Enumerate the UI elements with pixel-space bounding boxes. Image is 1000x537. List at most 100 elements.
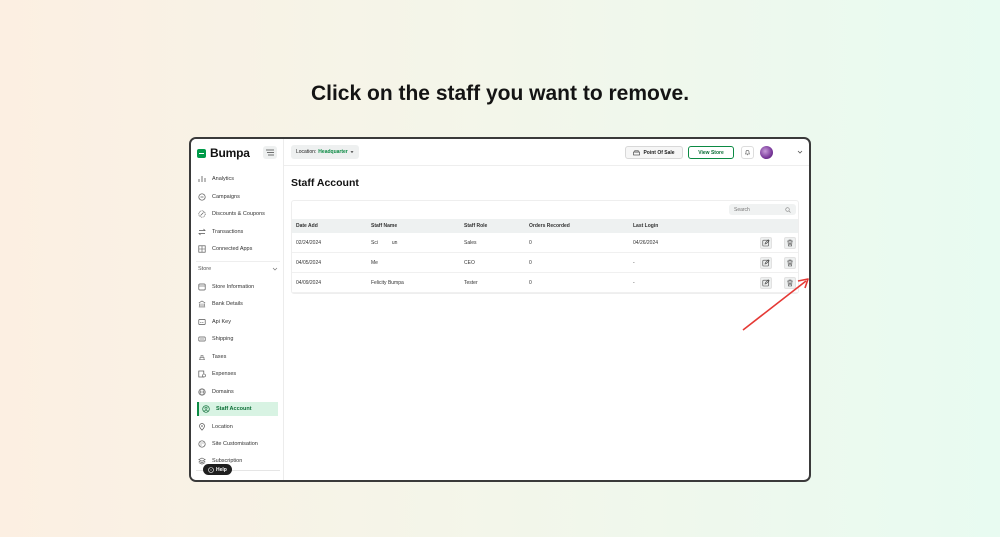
pointer-arrow-icon [742,278,809,331]
sidebar-item-shipping[interactable]: Shipping [198,332,279,346]
sidebar-item-label: Staff Account [216,406,252,412]
api-key-icon [198,319,206,325]
chevron-down-icon[interactable] [796,148,804,156]
search-placeholder: Search [734,206,750,213]
sidebar-item-label: Api Key [212,319,231,325]
cell-orders: 0 [529,259,532,266]
cell-staff-name: Me [371,259,378,266]
sidebar-item-label: Discounts & Coupons [212,211,265,217]
discount-icon [198,210,206,218]
delete-button[interactable] [784,237,796,249]
globe-icon [198,388,206,396]
sidebar-item-label: Location [212,424,233,430]
trash-icon [787,259,793,267]
expenses-icon [198,370,206,378]
sidebar: Bumpa Analytics Campaigns Discounts & Co… [191,139,284,480]
sidebar-item-connected-apps[interactable]: Connected Apps [198,242,279,256]
edit-button[interactable] [760,237,772,249]
bell-icon [745,150,750,156]
delete-button[interactable] [784,257,796,269]
point-of-sale-button[interactable]: Point Of Sale [625,146,683,159]
sidebar-item-discounts[interactable]: Discounts & Coupons [198,207,279,221]
avatar[interactable] [760,146,773,159]
palette-icon [198,440,206,448]
sidebar-item-label: Bank Details [212,301,243,307]
cell-last-login: - [633,279,635,286]
sidebar-item-label: Transactions [212,229,244,235]
location-label: Location: [296,149,317,155]
sidebar-item-store-information[interactable]: Store Information [198,280,279,294]
help-button[interactable]: Help [203,464,232,475]
cell-date: 04/05/2024 [296,259,322,266]
column-header[interactable]: Last Login [633,219,658,233]
sidebar-item-api-key[interactable]: Api Key [198,315,279,329]
sidebar-item-bank-details[interactable]: Bank Details [198,297,279,311]
sidebar-item-expenses[interactable]: Expenses [198,367,279,381]
cell-role: Tester [464,279,478,286]
printer-icon [633,149,641,155]
point-of-sale-label: Point Of Sale [643,149,675,156]
section-divider [196,261,280,262]
sidebar-item-site-customisation[interactable]: Site Customisation [198,437,279,451]
sidebar-item-taxes[interactable]: Taxes [198,350,279,364]
sidebar-item-label: Analytics [212,176,235,182]
table-row[interactable]: 04/05/2024 Me CEO 0 - [292,253,798,273]
table-header: Date Add Staff Name Staff Role Orders Re… [292,219,798,233]
sidebar-item-staff-account[interactable]: Staff Account [197,402,278,416]
taxes-icon [199,355,205,360]
cell-staff-name: Felicity Bumpa [371,279,404,286]
staff-table: Search Date Add Staff Name Staff Role Or… [291,200,799,294]
edit-icon [762,239,770,247]
sidebar-item-label: Campaigns [212,194,240,200]
sidebar-item-campaigns[interactable]: Campaigns [198,190,279,204]
sidebar-item-location[interactable]: Location [198,420,279,434]
trash-icon [787,239,793,247]
sidebar-item-transactions[interactable]: Transactions [198,225,279,239]
location-icon [199,423,205,431]
cell-orders: 0 [529,239,532,246]
sidebar-item-label: Connected Apps [212,246,253,252]
column-header[interactable]: Staff Name [371,219,397,233]
cell-last-login: - [633,259,635,266]
sidebar-item-domains[interactable]: Domains [198,385,279,399]
sidebar-item-analytics[interactable]: Analytics [198,172,279,186]
sidebar-item-label: Expenses [212,371,237,377]
search-input[interactable]: Search [729,204,796,215]
column-header[interactable]: Orders Recorded [529,219,570,233]
column-header[interactable]: Staff Role [464,219,487,233]
help-label: Help [216,466,227,473]
sidebar-item-label: Site Customisation [212,441,258,447]
help-icon [208,466,214,473]
cell-role: Sales [464,239,477,246]
shipping-icon [198,336,206,342]
column-header[interactable]: Date Add [296,219,318,233]
topbar: Location: Headquarter Point Of Sale View… [284,139,809,166]
sidebar-section-store[interactable]: Store [198,266,278,272]
search-icon [785,206,791,213]
caret-down-icon [350,151,354,153]
location-selector[interactable]: Location: Headquarter [291,145,359,159]
cell-last-login: 04/26/2024 [633,239,659,246]
cell-date: 04/09/2024 [296,279,322,286]
menu-icon [266,149,274,156]
sidebar-item-label: Domains [212,389,234,395]
table-row[interactable]: 04/09/2024 Felicity Bumpa Tester 0 - [292,273,798,293]
staff-icon [202,405,210,413]
notifications-button[interactable] [741,146,754,159]
table-row[interactable]: 02/24/2024 Sci un Sales 0 04/26/2024 [292,233,798,253]
edit-button[interactable] [760,257,772,269]
megaphone-icon [198,193,206,201]
cell-date: 02/24/2024 [296,239,322,246]
instruction-headline: Click on the staff you want to remove. [310,82,690,105]
analytics-icon [198,176,206,182]
store-icon [198,283,206,291]
bumpa-logo-icon [197,148,206,158]
page-title: Staff Account [291,177,359,189]
view-store-button[interactable]: View Store [688,146,734,159]
location-value: Headquarter [318,149,348,155]
apps-icon [198,245,206,253]
menu-toggle-button[interactable] [263,146,277,159]
chevron-down-icon [272,267,278,271]
section-label: Store [198,266,212,272]
brand-logo[interactable]: Bumpa [197,146,250,160]
